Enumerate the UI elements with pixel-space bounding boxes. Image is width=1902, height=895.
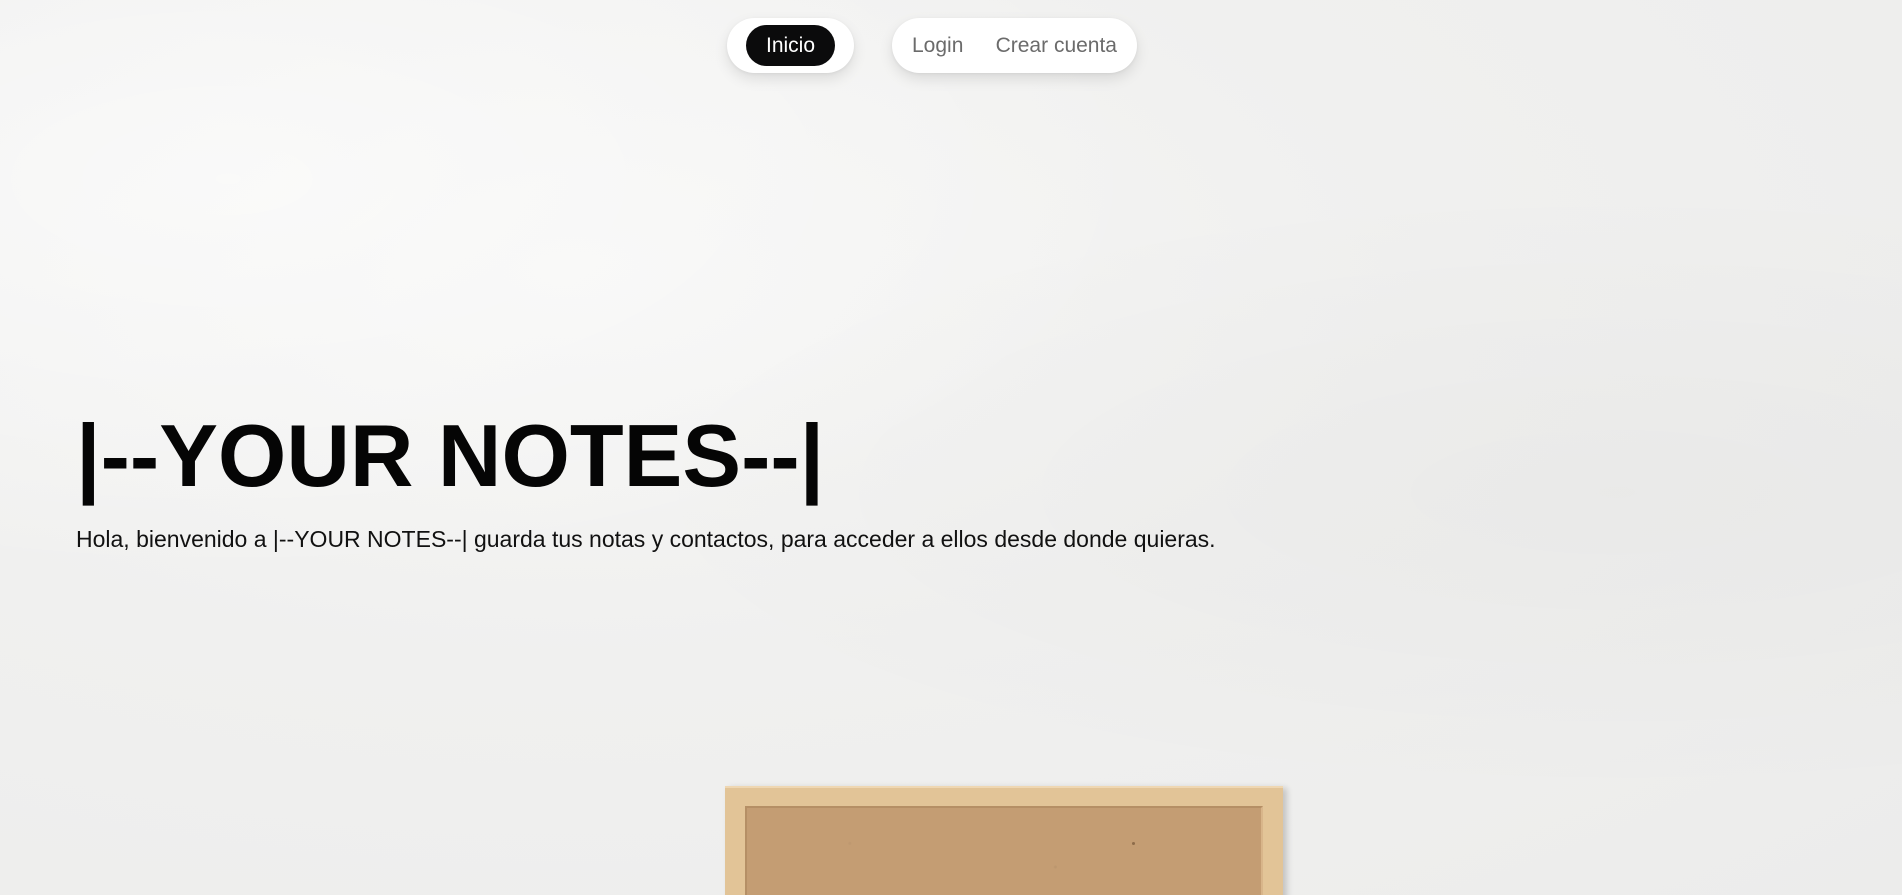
hero-description: Hola, bienvenido a |--YOUR NOTES--| guar… bbox=[76, 526, 1216, 552]
nav-register-link[interactable]: Crear cuenta bbox=[996, 25, 1117, 66]
account-nav: Login Crear cuenta bbox=[892, 18, 1137, 73]
primary-nav: Inicio bbox=[727, 18, 854, 73]
nav-home-link[interactable]: Inicio bbox=[745, 25, 836, 66]
cork-speck bbox=[1132, 842, 1135, 845]
landing-page: Inicio Login Crear cuenta |--YOUR NOTES-… bbox=[0, 0, 1902, 895]
corkboard-surface bbox=[745, 806, 1263, 895]
nav-login-link[interactable]: Login bbox=[912, 25, 963, 66]
hero-title: |--YOUR NOTES--| bbox=[76, 406, 825, 505]
corkboard-image bbox=[725, 786, 1283, 895]
